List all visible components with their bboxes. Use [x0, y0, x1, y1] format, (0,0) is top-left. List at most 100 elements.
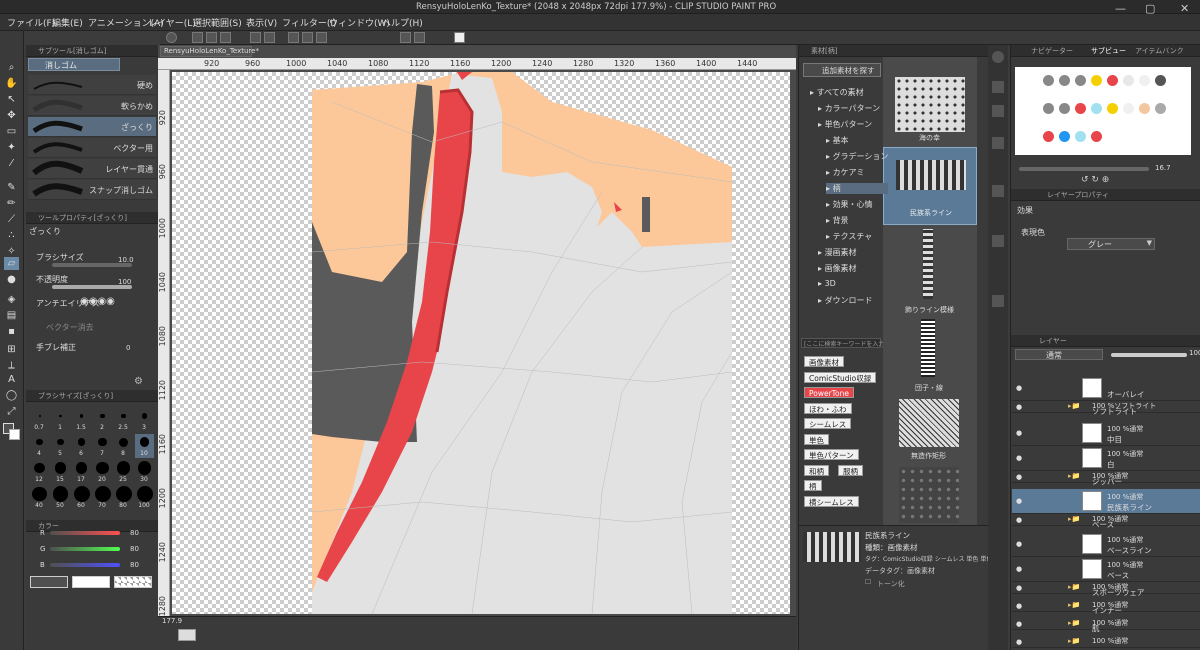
material-item-extra[interactable]: [899, 467, 959, 523]
layer-folder[interactable]: ● ▸📁 100 %通常 ベース: [1012, 514, 1200, 529]
color-swatch[interactable]: [1123, 103, 1134, 114]
menu-help[interactable]: ヘルプ(H): [382, 16, 423, 29]
brush-size-cell[interactable]: 2.5: [114, 408, 133, 432]
eraser-tool-icon[interactable]: ▱: [4, 257, 19, 270]
tree-item[interactable]: ▸ グラデーション: [826, 151, 888, 162]
material-item-ethnic-line[interactable]: 民族系ライン: [883, 147, 977, 225]
dock-icon-4[interactable]: [992, 185, 1004, 197]
sub-color-chip[interactable]: [72, 576, 110, 588]
brush-size-cell[interactable]: 15: [51, 460, 70, 484]
tab-subview[interactable]: サブビュー: [1091, 45, 1126, 57]
tag-chip[interactable]: 服柄: [838, 464, 863, 476]
pen-tool-icon[interactable]: ✎: [4, 181, 19, 194]
tag-chip[interactable]: 単色パターン: [804, 449, 859, 460]
figure-tool-icon[interactable]: ▪: [4, 325, 19, 338]
balloon-tool-icon[interactable]: ◯: [4, 389, 19, 402]
search-icon[interactable]: [992, 51, 1004, 63]
brush-size-cell[interactable]: 80: [114, 486, 133, 510]
fill-icon[interactable]: [316, 32, 327, 43]
brush-size-cell[interactable]: 5: [51, 434, 70, 458]
brush-layer-through[interactable]: レイヤー貫通: [28, 159, 156, 179]
layer-row[interactable]: ● 100 %通常 ベースライン: [1012, 532, 1200, 557]
detail-tone-checkbox[interactable]: ☐: [865, 578, 871, 586]
brush-soft[interactable]: 軟らかめ: [28, 96, 156, 116]
pencil-tool-icon[interactable]: ✏: [4, 197, 19, 210]
color-swatch[interactable]: [1075, 75, 1086, 86]
eye-icon[interactable]: ●: [1016, 516, 1022, 524]
layer-folder[interactable]: ● ▸📁 100 %通常 インナー: [1012, 600, 1200, 615]
sub-color-swatch[interactable]: [9, 429, 20, 440]
ruler-icon[interactable]: [414, 32, 425, 43]
navigator-thumb[interactable]: [178, 629, 196, 641]
color-swatch[interactable]: [1091, 75, 1102, 86]
dock-icon-3[interactable]: [992, 137, 1004, 149]
color-swatch[interactable]: [1043, 103, 1054, 114]
hand-tool-icon[interactable]: ✋: [4, 77, 19, 90]
eye-icon[interactable]: ●: [1016, 497, 1022, 505]
g-slider[interactable]: [50, 547, 120, 551]
eye-icon[interactable]: ●: [1016, 565, 1022, 573]
tag-chip[interactable]: ComicStudio収録: [804, 371, 877, 383]
transparent-chip[interactable]: [114, 576, 152, 588]
tag-chip[interactable]: ほわ・ふわ: [804, 402, 852, 414]
layer-row[interactable]: ● 100 %通常 民族系ライン: [1012, 489, 1200, 514]
tag-chip[interactable]: 柄: [804, 480, 822, 491]
color-swatch[interactable]: [1059, 75, 1070, 86]
move-tool-icon[interactable]: ✥: [4, 109, 19, 122]
color-swatch[interactable]: [1091, 103, 1102, 114]
brush-size-cell[interactable]: 70: [93, 486, 112, 510]
color-swatch[interactable]: [1107, 75, 1118, 86]
brush-size-cell[interactable]: 50: [51, 486, 70, 510]
brush-size-cell[interactable]: 100: [135, 486, 154, 510]
tree-item[interactable]: ▸ すべての素材: [810, 87, 864, 98]
color-swatch[interactable]: [1123, 75, 1134, 86]
material-item-seafood[interactable]: [895, 77, 965, 132]
tree-item[interactable]: ▸ カラーパターン: [818, 103, 880, 114]
tree-item[interactable]: ▸ 柄: [826, 183, 888, 194]
blend-mode-select[interactable]: 通常: [1015, 349, 1103, 360]
help-icon[interactable]: [454, 32, 465, 43]
brush-vector[interactable]: ベクター用: [28, 138, 156, 158]
eye-icon[interactable]: ●: [1016, 620, 1022, 628]
layer-folder[interactable]: ● ▸📁 100 %通常: [1012, 636, 1200, 648]
dock-icon-2[interactable]: [992, 105, 1004, 117]
layer-folder[interactable]: ● ▸📁 100 %通常 スポーツウェア: [1012, 582, 1200, 597]
brush-size-cell[interactable]: 25: [114, 460, 133, 484]
brush-size-cell[interactable]: 60: [72, 486, 91, 510]
tree-item[interactable]: ▸ 3D: [818, 279, 836, 288]
tag-chip[interactable]: 単色: [804, 433, 829, 445]
save-icon[interactable]: [220, 32, 231, 43]
color-expression-select[interactable]: グレー ▼: [1067, 238, 1155, 250]
zoom-tool-icon[interactable]: ⌕: [4, 61, 19, 74]
layer-opacity-slider[interactable]: [1111, 353, 1187, 357]
eyedropper-tool-icon[interactable]: ⁄: [4, 157, 19, 170]
tree-item[interactable]: ▸ テクスチャ: [826, 231, 872, 242]
menu-view[interactable]: 表示(V): [246, 16, 277, 29]
dock-icon-5[interactable]: [992, 235, 1004, 247]
tag-chip[interactable]: 画像素材: [804, 356, 844, 367]
antialias-options[interactable]: ◉◉◉◉: [80, 296, 115, 307]
brush-size-cell[interactable]: 8: [114, 434, 133, 458]
tag-chip[interactable]: シームレス: [804, 418, 852, 429]
eye-icon[interactable]: ●: [1016, 403, 1022, 411]
color-swatch[interactable]: [1059, 131, 1070, 142]
dock-icon-6[interactable]: [992, 295, 1004, 307]
layer-row[interactable]: ● 100 %通常 中目: [1012, 421, 1200, 446]
layer-folder[interactable]: ● ▸📁 100 %通常 ジッパー: [1012, 471, 1200, 486]
material-search-input[interactable]: [ここに検索キーワードを入力]: [801, 338, 887, 348]
color-sub-view[interactable]: [1015, 67, 1191, 155]
b-slider[interactable]: [50, 563, 120, 567]
brush-size-cell[interactable]: 6: [72, 434, 91, 458]
dock-icon-1[interactable]: [992, 81, 1004, 93]
canvas[interactable]: [172, 72, 790, 614]
ruler-tool-icon[interactable]: ⟂: [4, 359, 19, 372]
tab-navigator[interactable]: ナビゲーター: [1031, 45, 1073, 57]
tag-chip[interactable]: 横シームレス: [804, 495, 859, 507]
r-slider[interactable]: [50, 531, 120, 535]
tree-item[interactable]: ▸ 背景: [826, 215, 849, 226]
main-color-chip[interactable]: [30, 576, 68, 588]
tree-item[interactable]: ▸ 基本: [826, 135, 849, 146]
brush-size-cell[interactable]: 1: [51, 408, 70, 432]
tab-itembank[interactable]: アイテムバンク: [1135, 45, 1184, 57]
brush-size-cell[interactable]: 3: [135, 408, 154, 432]
